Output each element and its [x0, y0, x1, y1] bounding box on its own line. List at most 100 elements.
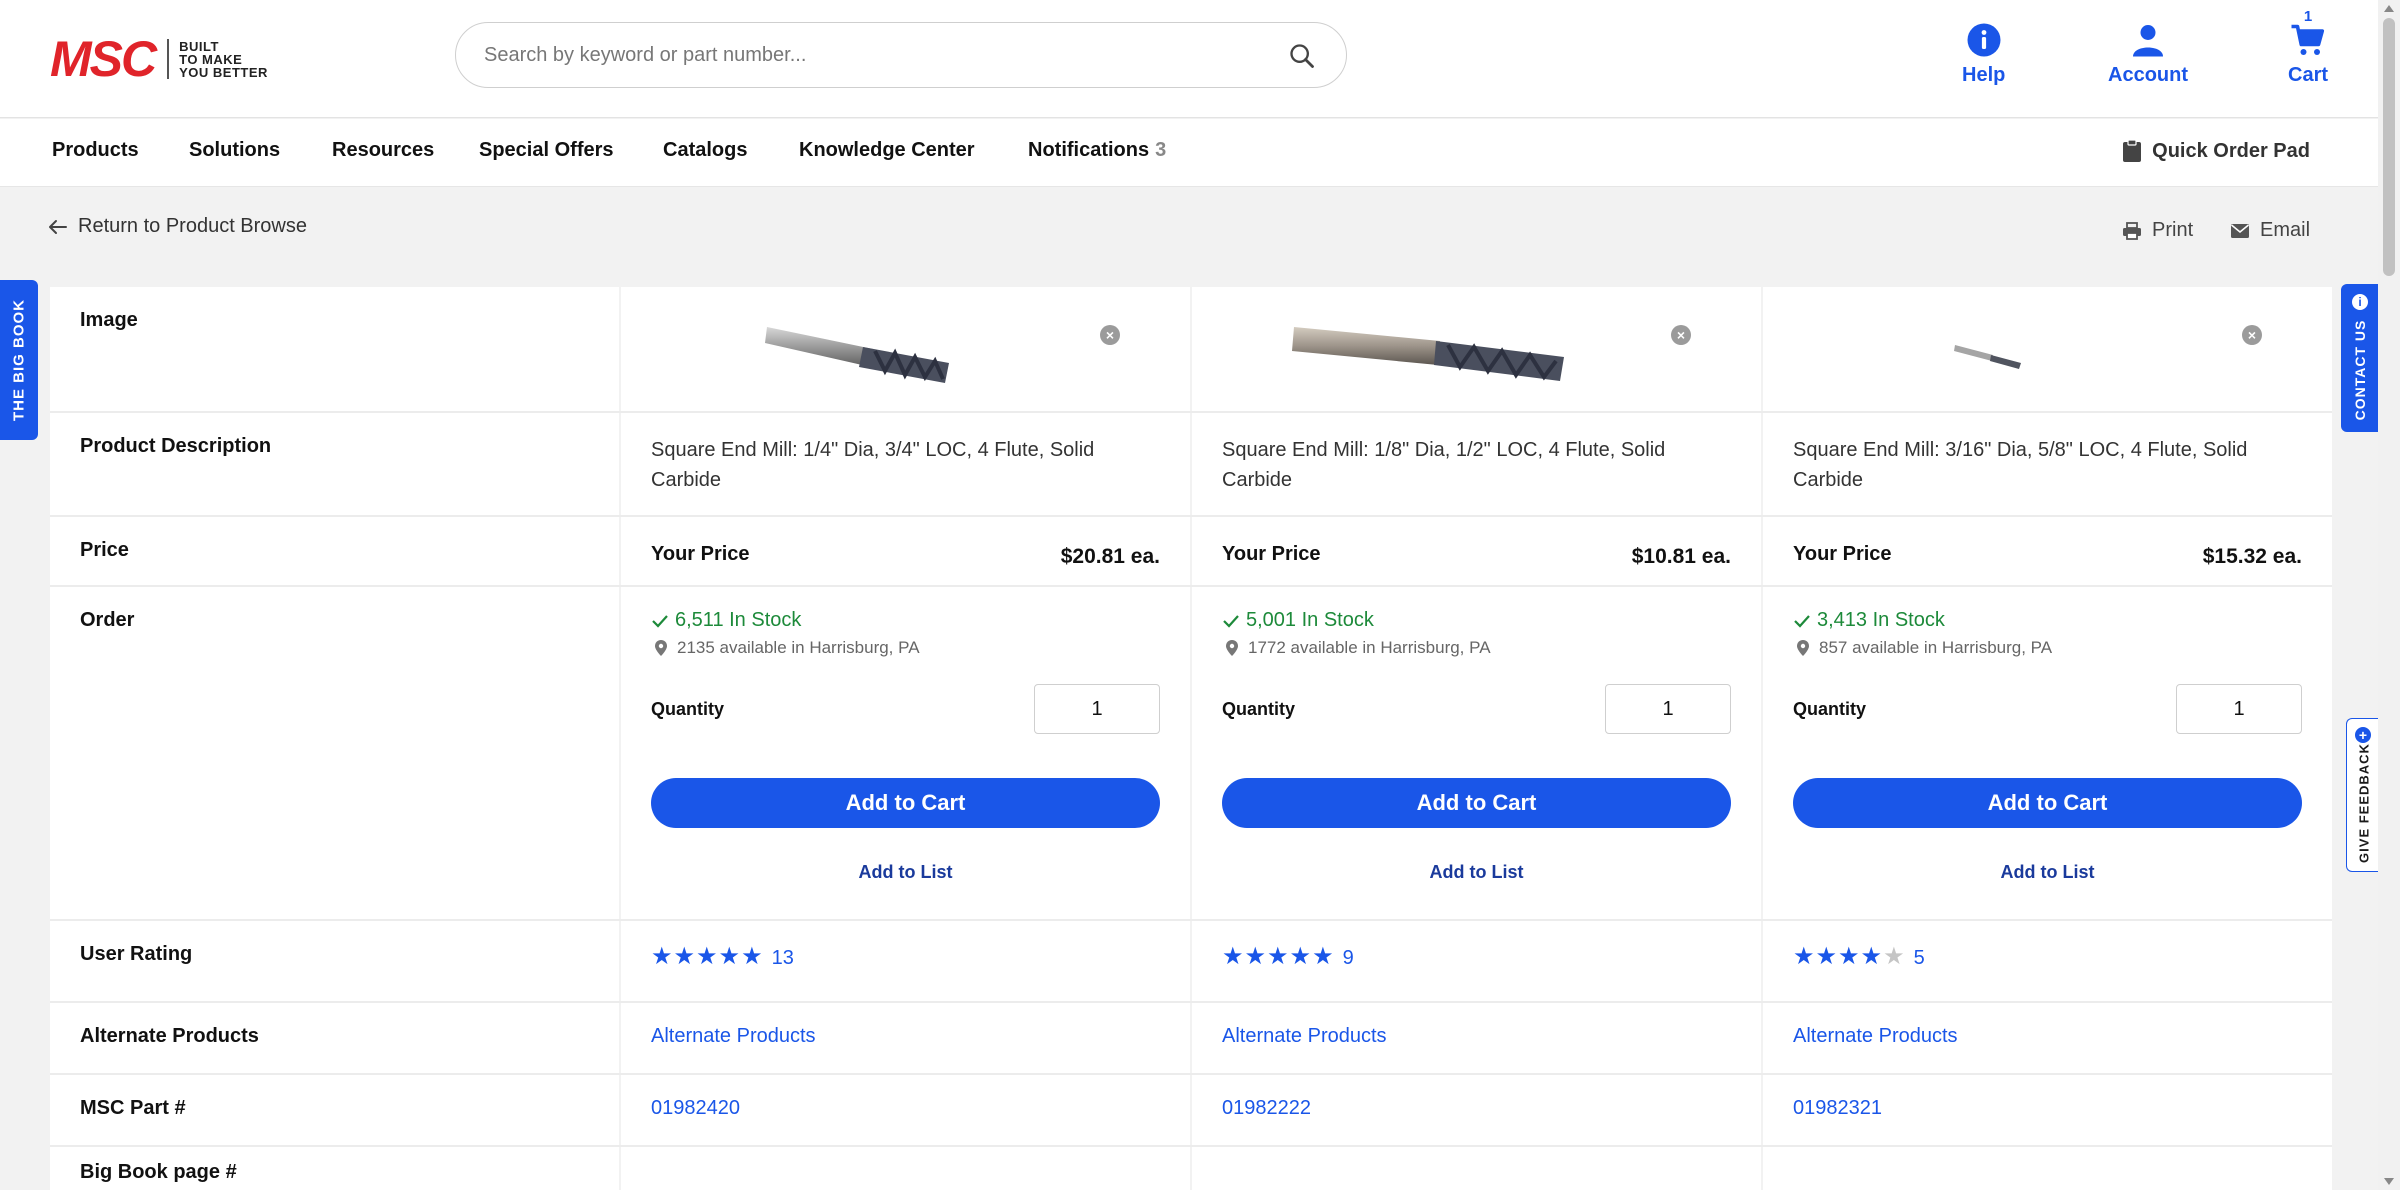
add-to-list-link[interactable]: Add to List	[651, 862, 1160, 883]
quick-order-pad-link[interactable]: Quick Order Pad	[2122, 139, 2310, 163]
big-book-tab[interactable]: THE BIG BOOK	[0, 280, 38, 440]
user-rating[interactable]: ★ ★ ★ ★ ★ 5	[1793, 943, 2302, 970]
part-number-link[interactable]: 01982321	[1793, 1097, 1882, 1119]
main-nav: Products Solutions Resources Special Off…	[0, 119, 2378, 187]
location-pin-icon	[655, 640, 667, 656]
msc-logo[interactable]: MSC BUILT TO MAKE YOU BETTER	[50, 34, 268, 84]
cart-button[interactable]: 1 Cart	[2288, 8, 2328, 87]
availability: 2135 available in Harrisburg, PA	[655, 638, 1160, 658]
quantity-label: Quantity	[1222, 698, 1296, 719]
logo-mark: MSC	[50, 31, 157, 87]
alternates-row: Alternate Products Alternate Products Al…	[50, 1003, 2332, 1075]
return-label: Return to Product Browse	[78, 215, 307, 237]
nav-products[interactable]: Products	[52, 139, 139, 162]
account-button[interactable]: Account	[2108, 22, 2188, 87]
search-input[interactable]	[484, 37, 1264, 73]
add-to-cart-button[interactable]: Add to Cart	[1793, 778, 2302, 828]
add-to-cart-button[interactable]: Add to Cart	[651, 778, 1160, 828]
rating-cell: ★ ★ ★ ★ ★ 5	[1763, 921, 2332, 1001]
search-icon[interactable]	[1288, 42, 1316, 70]
star-rating: ★ ★ ★ ★ ★	[651, 942, 764, 970]
give-feedback-label: GIVE FEEDBACK	[2356, 742, 2371, 863]
user-rating[interactable]: ★ ★ ★ ★ ★ 9	[1222, 943, 1731, 970]
quantity-input[interactable]	[1034, 684, 1160, 734]
add-to-cart-button[interactable]: Add to Cart	[1222, 778, 1731, 828]
star-icon: ★	[651, 942, 673, 970]
part-number-link[interactable]: 01982420	[651, 1097, 740, 1119]
end-mill-image[interactable]	[763, 321, 957, 387]
product-image-cell: ×	[1192, 287, 1761, 411]
give-feedback-tab[interactable]: + GIVE FEEDBACK	[2346, 718, 2380, 872]
return-to-browse-link[interactable]: Return to Product Browse	[48, 215, 307, 238]
stock-status: 6,511 In Stock	[651, 609, 1160, 632]
stock-text: 5,001 In Stock	[1246, 609, 1374, 631]
remove-product-icon[interactable]: ×	[2242, 325, 2262, 345]
quantity-input[interactable]	[1605, 684, 1731, 734]
add-to-list-link[interactable]: Add to List	[1793, 862, 2302, 883]
row-label-image: Image	[50, 287, 619, 411]
price-cell: Your Price $20.81 ea.	[621, 517, 1190, 585]
availability-text: 2135 available in Harrisburg, PA	[677, 638, 920, 657]
end-mill-image[interactable]	[1953, 335, 2023, 375]
email-label: Email	[2260, 219, 2311, 241]
order-row: Order 6,511 In Stock 2135 available in H…	[50, 587, 2332, 921]
star-icon: ★	[1244, 942, 1267, 970]
contact-us-label: CONTACT US	[2352, 319, 2368, 421]
nav-knowledge-center[interactable]: Knowledge Center	[799, 139, 975, 162]
envelope-icon	[2230, 223, 2250, 238]
description-row: Product Description Square End Mill: 1/4…	[50, 413, 2332, 517]
location-pin-icon	[1797, 640, 1809, 656]
price-cell: Your Price $15.32 ea.	[1763, 517, 2332, 585]
help-button[interactable]: Help	[1962, 22, 2005, 87]
contact-us-tab[interactable]: i CONTACT US	[2341, 284, 2379, 432]
nav-solutions[interactable]: Solutions	[189, 139, 280, 162]
availability-text: 857 available in Harrisburg, PA	[1819, 638, 2053, 657]
price-cell: Your Price $10.81 ea.	[1192, 517, 1761, 585]
quantity-row: Quantity	[651, 684, 1160, 734]
nav-catalogs[interactable]: Catalogs	[663, 139, 747, 162]
quantity-label: Quantity	[651, 698, 725, 719]
scroll-down-arrow[interactable]	[2384, 1178, 2394, 1185]
rating-count: 13	[771, 947, 794, 969]
price-value: $20.81 ea.	[1060, 545, 1160, 568]
user-rating[interactable]: ★ ★ ★ ★ ★ 13	[651, 943, 1160, 970]
tagline-line-2: TO MAKE	[179, 51, 243, 67]
star-icon: ★	[1838, 942, 1860, 970]
order-cell: 5,001 In Stock 1772 available in Harrisb…	[1192, 587, 1761, 919]
quantity-input[interactable]	[2176, 684, 2302, 734]
scroll-thumb[interactable]	[2383, 18, 2395, 276]
alternate-products-link[interactable]: Alternate Products	[1222, 1025, 1387, 1047]
print-button[interactable]: Print	[2122, 219, 2193, 242]
scroll-up-arrow[interactable]	[2384, 5, 2394, 12]
notifications-count: 3	[1155, 139, 1167, 161]
remove-product-icon[interactable]: ×	[1671, 325, 1691, 345]
quick-order-pad-label: Quick Order Pad	[2152, 139, 2310, 162]
price-value: $15.32 ea.	[2202, 545, 2302, 568]
rating-row: User Rating ★ ★ ★ ★ ★ 13 ★ ★ ★ ★ ★ 9 ★ ★ ★ ★ ★ 5	[50, 921, 2332, 1003]
star-icon: ★	[1312, 942, 1334, 970]
info-icon	[1967, 23, 2001, 57]
remove-product-icon[interactable]: ×	[1100, 325, 1120, 345]
nav-notifications[interactable]: Notifications 3	[1028, 139, 1166, 162]
part-number-row: MSC Part # 01982420 01982222 01982321	[50, 1075, 2332, 1147]
price-line: Your Price $15.32 ea.	[1793, 539, 2302, 569]
stock-text: 3,413 In Stock	[1817, 609, 1945, 631]
email-button[interactable]: Email	[2230, 219, 2310, 242]
big-book-label: THE BIG BOOK	[10, 298, 28, 422]
order-cell: 6,511 In Stock 2135 available in Harrisb…	[621, 587, 1190, 919]
star-icon: ★	[1222, 942, 1244, 970]
alternate-products-link[interactable]: Alternate Products	[651, 1025, 816, 1047]
nav-resources[interactable]: Resources	[332, 139, 434, 162]
star-icon: ★	[1860, 942, 1883, 970]
end-mill-image[interactable]	[1290, 321, 1570, 387]
add-to-list-link[interactable]: Add to List	[1222, 862, 1731, 883]
checkmark-icon	[1223, 614, 1239, 628]
alternate-products-link[interactable]: Alternate Products	[1793, 1025, 1958, 1047]
clipboard-icon	[2123, 139, 2142, 162]
part-number-link[interactable]: 01982222	[1222, 1097, 1311, 1119]
row-label-price: Price	[50, 517, 619, 585]
page-scrollbar[interactable]	[2378, 0, 2400, 1190]
your-price-label: Your Price	[651, 542, 750, 565]
price-value: $10.81 ea.	[1631, 545, 1731, 568]
nav-special-offers[interactable]: Special Offers	[479, 139, 614, 162]
